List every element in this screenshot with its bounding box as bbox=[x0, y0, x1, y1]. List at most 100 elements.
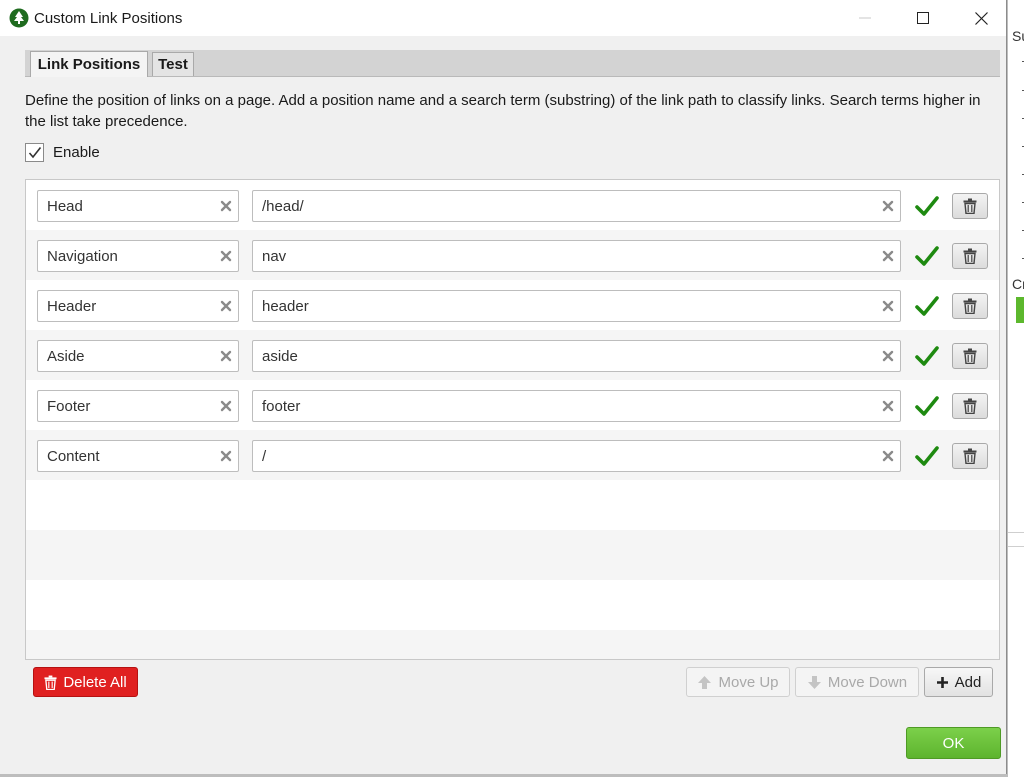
list-item: Footer footer bbox=[26, 380, 999, 430]
minimize-button[interactable] bbox=[842, 0, 888, 36]
clear-icon[interactable] bbox=[881, 199, 895, 213]
close-icon bbox=[974, 11, 988, 25]
plus-icon bbox=[936, 676, 948, 688]
valid-check-icon bbox=[915, 196, 939, 216]
background-text: Cra bbox=[1012, 276, 1024, 292]
window-title: Custom Link Positions bbox=[34, 10, 183, 27]
ok-button[interactable]: OK bbox=[906, 727, 1001, 759]
clear-icon[interactable] bbox=[219, 449, 233, 463]
positions-list: Head /head/ Navigation nav Header header… bbox=[25, 179, 1000, 660]
background-separator bbox=[1008, 532, 1024, 533]
add-button[interactable]: Add bbox=[924, 667, 993, 697]
list-item: Aside aside bbox=[26, 330, 999, 380]
trash-icon bbox=[963, 298, 977, 314]
search-term-field[interactable]: nav bbox=[252, 240, 901, 272]
clear-icon[interactable] bbox=[219, 399, 233, 413]
list-item: Content / bbox=[26, 430, 999, 480]
position-name-field[interactable]: Navigation bbox=[37, 240, 239, 272]
add-label: Add bbox=[954, 673, 982, 691]
enable-label: Enable bbox=[53, 144, 100, 161]
trash-icon bbox=[963, 248, 977, 264]
tree-app-icon bbox=[9, 8, 29, 28]
position-name-value: Navigation bbox=[47, 248, 118, 265]
background-window: Su Cra bbox=[1007, 0, 1024, 777]
tab-link-positions[interactable]: Link Positions bbox=[30, 51, 148, 77]
background-text: Su bbox=[1012, 28, 1024, 44]
search-term-value: /head/ bbox=[262, 198, 304, 215]
valid-check-icon bbox=[915, 446, 939, 466]
delete-row-button[interactable] bbox=[952, 393, 988, 419]
trash-icon bbox=[963, 398, 977, 414]
delete-row-button[interactable] bbox=[952, 443, 988, 469]
search-term-value: nav bbox=[262, 248, 287, 265]
delete-row-button[interactable] bbox=[952, 193, 988, 219]
valid-check-icon bbox=[915, 346, 939, 366]
clear-icon[interactable] bbox=[219, 199, 233, 213]
position-name-field[interactable]: Aside bbox=[37, 340, 239, 372]
custom-link-positions-dialog: Custom Link Positions Link Positions Tes… bbox=[0, 0, 1007, 777]
search-term-value: / bbox=[262, 448, 267, 465]
move-down-button[interactable]: Move Down bbox=[795, 667, 919, 697]
background-separator bbox=[1008, 546, 1024, 547]
title-bar[interactable]: Custom Link Positions bbox=[0, 0, 1006, 36]
maximize-button[interactable] bbox=[900, 0, 946, 36]
position-name-value: Header bbox=[47, 298, 97, 315]
position-name-field[interactable]: Head bbox=[37, 190, 239, 222]
position-name-value: Content bbox=[47, 448, 100, 465]
close-button[interactable] bbox=[958, 0, 1004, 36]
trash-icon bbox=[963, 348, 977, 364]
enable-row: Enable bbox=[25, 143, 100, 162]
list-item: Head /head/ bbox=[26, 180, 999, 230]
maximize-icon bbox=[917, 12, 929, 24]
delete-all-button[interactable]: Delete All bbox=[33, 667, 138, 697]
checkmark-icon bbox=[28, 147, 41, 159]
position-name-field[interactable]: Footer bbox=[37, 390, 239, 422]
clear-icon[interactable] bbox=[881, 349, 895, 363]
list-toolbar: Delete All Move Up Move Down Add bbox=[25, 660, 1000, 702]
trash-icon bbox=[963, 198, 977, 214]
arrow-down-icon bbox=[807, 675, 821, 689]
search-term-field[interactable]: / bbox=[252, 440, 901, 472]
enable-checkbox[interactable] bbox=[25, 143, 44, 162]
position-name-field[interactable]: Header bbox=[37, 290, 239, 322]
position-name-value: Footer bbox=[47, 398, 91, 415]
search-term-value: footer bbox=[262, 398, 301, 415]
delete-row-button[interactable] bbox=[952, 243, 988, 269]
position-name-value: Aside bbox=[47, 348, 85, 365]
valid-check-icon bbox=[915, 246, 939, 266]
empty-row bbox=[26, 580, 999, 630]
move-down-label: Move Down bbox=[827, 673, 908, 691]
search-term-value: aside bbox=[262, 348, 298, 365]
move-up-button[interactable]: Move Up bbox=[686, 667, 790, 697]
clear-icon[interactable] bbox=[219, 249, 233, 263]
minimize-icon bbox=[859, 17, 871, 19]
search-term-field[interactable]: footer bbox=[252, 390, 901, 422]
tab-strip: Link Positions Test bbox=[25, 50, 1000, 77]
empty-row bbox=[26, 530, 999, 580]
empty-row bbox=[26, 630, 999, 659]
valid-check-icon bbox=[915, 396, 939, 416]
trash-icon bbox=[44, 675, 57, 690]
move-up-label: Move Up bbox=[718, 673, 779, 691]
position-name-value: Head bbox=[47, 198, 83, 215]
search-term-value: header bbox=[262, 298, 309, 315]
clear-icon[interactable] bbox=[881, 449, 895, 463]
clear-icon[interactable] bbox=[881, 299, 895, 313]
arrow-up-icon bbox=[698, 675, 712, 689]
position-name-field[interactable]: Content bbox=[37, 440, 239, 472]
search-term-field[interactable]: header bbox=[252, 290, 901, 322]
clear-icon[interactable] bbox=[881, 399, 895, 413]
valid-check-icon bbox=[915, 296, 939, 316]
search-term-field[interactable]: /head/ bbox=[252, 190, 901, 222]
tab-test[interactable]: Test bbox=[152, 52, 194, 76]
list-item: Header header bbox=[26, 280, 999, 330]
clear-icon[interactable] bbox=[881, 249, 895, 263]
list-item: Navigation nav bbox=[26, 230, 999, 280]
trash-icon bbox=[963, 448, 977, 464]
search-term-field[interactable]: aside bbox=[252, 340, 901, 372]
delete-row-button[interactable] bbox=[952, 293, 988, 319]
delete-row-button[interactable] bbox=[952, 343, 988, 369]
clear-icon[interactable] bbox=[219, 299, 233, 313]
background-green-cell bbox=[1016, 297, 1024, 323]
clear-icon[interactable] bbox=[219, 349, 233, 363]
